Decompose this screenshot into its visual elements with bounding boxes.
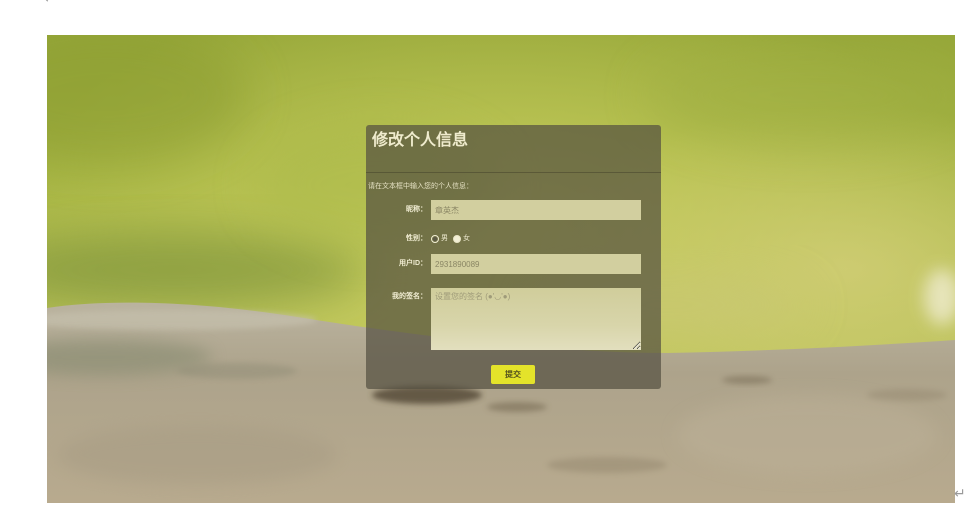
nickname-label: 昵称： xyxy=(406,206,427,213)
signature-textarea[interactable] xyxy=(431,288,641,350)
edit-profile-dialog: 修改个人信息 请在文本框中输入您的个人信息： 昵称： 性别： 男 女 用户ID：… xyxy=(366,125,661,389)
paragraph-return-mark: ↵ xyxy=(954,486,966,502)
gender-radio-male[interactable] xyxy=(431,235,439,243)
instruction-text: 请在文本框中输入您的个人信息： xyxy=(368,183,473,190)
gender-option-female-label[interactable]: 女 xyxy=(463,234,470,244)
gender-label: 性别： xyxy=(406,235,427,242)
user-id-label: 用户ID： xyxy=(399,260,427,267)
signature-label: 我的签名： xyxy=(392,293,427,300)
paragraph-return-mark: ↵ xyxy=(44,0,56,6)
title-divider xyxy=(366,172,661,173)
submit-button[interactable]: 提交 xyxy=(491,365,535,384)
nickname-input[interactable] xyxy=(431,200,641,220)
gender-radio-female[interactable] xyxy=(453,235,461,243)
dialog-title: 修改个人信息 xyxy=(372,132,469,149)
user-id-input[interactable] xyxy=(431,254,641,274)
gender-option-male-label[interactable]: 男 xyxy=(441,234,448,244)
